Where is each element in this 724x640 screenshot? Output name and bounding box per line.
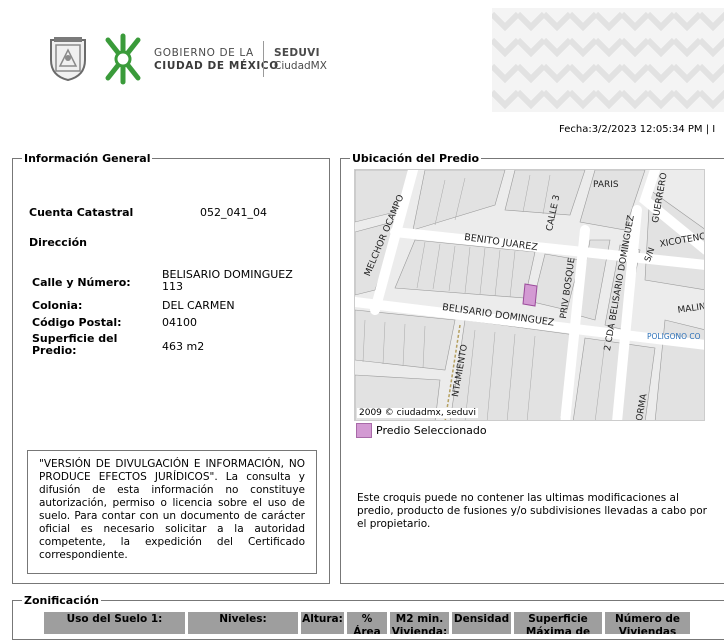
seduvi-name: SEDUVI CiudadMX [274, 47, 327, 73]
coat-of-arms-icon [48, 36, 88, 82]
header-divider [263, 41, 264, 77]
location-map[interactable]: MELCHOR OCAMPO CALLE 3 PARIS GUERRERO BE… [354, 169, 705, 421]
zonificacion-legend: Zonificación [22, 594, 101, 607]
colonia-value: DEL CARMEN [162, 299, 235, 312]
disclaimer-text: "VERSIÓN DE DIVULGACIÓN E INFORMACIÓN, N… [39, 458, 305, 561]
gov-line-2: CIUDAD DE MÉXICO [154, 60, 279, 72]
map-credit: 2009 © ciudadmx, seduvi [357, 408, 479, 418]
col-m2-line-2: Vivienda: [391, 626, 448, 634]
col-altura-line-1: Altura: [302, 613, 343, 625]
calle-value: BELISARIO DOMINGUEZ 113 [162, 269, 293, 293]
col-viviendas-line-2: Viviendas [618, 626, 677, 634]
seduvi-line-1: SEDUVI [274, 47, 320, 59]
col-viviendas-line-1: Número de [614, 613, 680, 625]
calle-label: Calle y Número: [32, 276, 131, 289]
seduvi-line-2: CiudadMX [274, 60, 327, 72]
cuenta-value: 052_041_04 [200, 206, 267, 219]
col-uso-suelo-line-1: Uso del Suelo 1: [66, 613, 163, 625]
colonia-label: Colonia: [32, 299, 83, 312]
superficie-label-line-2: Predio: [32, 344, 77, 357]
superficie-label: Superficie del Predio: [32, 333, 117, 357]
poligono-label: POLIGONO CO [647, 332, 701, 341]
ubicacion-legend: Ubicación del Predio [350, 152, 482, 165]
header-pattern [492, 8, 724, 112]
cuenta-label: Cuenta Catastral [29, 206, 134, 219]
direccion-label: Dirección [29, 236, 87, 249]
government-name: GOBIERNO DE LA CIUDAD DE MÉXICO [154, 47, 279, 73]
col-area-line-2: Área [353, 626, 381, 634]
superficie-value: 463 m2 [162, 340, 205, 353]
selected-parcel-marker [522, 283, 538, 307]
street-paris: PARIS [593, 180, 619, 190]
col-superficie-line-2: Máxima de [525, 626, 591, 634]
col-m2-line-1: M2 min. [395, 613, 444, 625]
col-niveles-line-1: Niveles: [219, 613, 267, 625]
cdmx-logo-icon [100, 32, 146, 86]
col-densidad-line-1: Densidad [453, 613, 510, 625]
disclaimer-box: "VERSIÓN DE DIVULGACIÓN E INFORMACIÓN, N… [27, 450, 317, 574]
date-stamp: Fecha:3/2/2023 12:05:34 PM | I [559, 124, 716, 135]
selected-parcel-label: Predio Seleccionado [376, 424, 487, 437]
col-area-line-1: % [361, 613, 373, 625]
calle-value-line-2: 113 [162, 280, 183, 293]
cp-label: Código Postal: [32, 316, 122, 329]
cp-value: 04100 [162, 316, 197, 329]
info-general-legend: Información General [22, 152, 153, 165]
gov-line-1: GOBIERNO DE LA [154, 47, 254, 59]
croquis-note: Este croquis puede no contener las ultim… [357, 492, 708, 530]
selected-parcel-swatch [356, 423, 372, 438]
col-superficie-line-1: Superficie [528, 613, 588, 625]
